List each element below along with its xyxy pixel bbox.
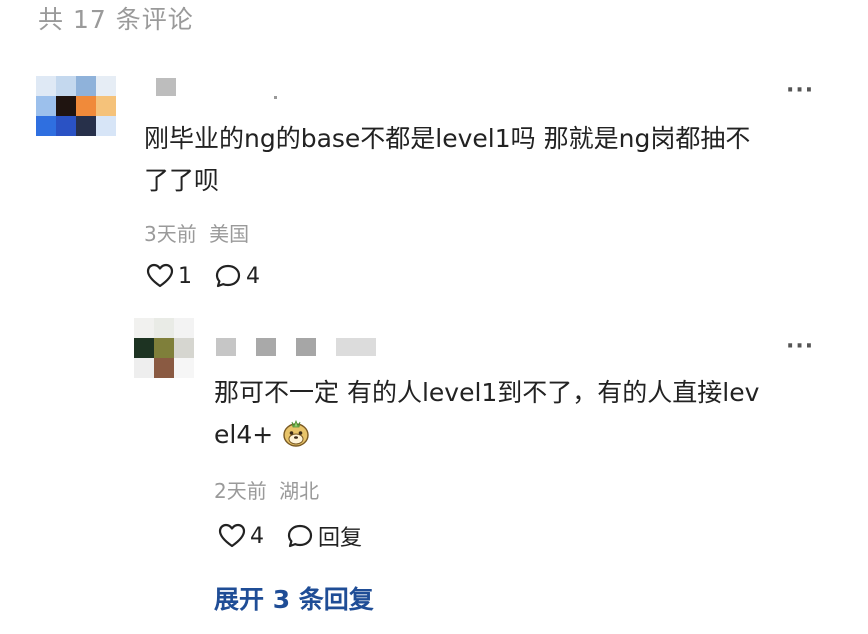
comment-bubble-icon — [215, 264, 241, 288]
username-redacted[interactable] — [156, 78, 176, 96]
more-options-icon[interactable]: ··· — [786, 78, 814, 103]
comment-text-line: el4+ — [214, 420, 274, 449]
comment-text-line: 刚毕业的ng的base不都是level1吗 那就是ng岗都抽不 — [144, 124, 751, 153]
comment-text-line: 那可不一定 有的人level1到不了，有的人直接lev — [214, 378, 760, 407]
expand-replies-button[interactable]: 展开 3 条回复 — [214, 580, 374, 616]
username-redacted — [296, 338, 316, 356]
doge-emoji-icon — [283, 419, 309, 447]
comment-text-line-wrap: el4+ — [214, 414, 759, 456]
heart-icon — [146, 263, 174, 288]
heart-icon — [218, 523, 246, 548]
like-button[interactable]: 4 — [218, 523, 264, 549]
avatar[interactable] — [36, 76, 118, 146]
avatar[interactable] — [134, 318, 194, 378]
username-redacted[interactable] — [216, 338, 236, 356]
like-count: 4 — [250, 523, 264, 549]
reply-count: 4 — [246, 263, 260, 289]
username-redacted-mark — [274, 96, 277, 99]
comment-actions: 4 回复 — [218, 520, 384, 552]
comment-bubble-icon — [287, 524, 313, 548]
username-redacted — [336, 338, 376, 356]
comment-meta: 2天前 湖北 — [214, 475, 319, 504]
comment-text: 那可不一定 有的人level1到不了，有的人直接lev el4+ — [214, 372, 759, 456]
like-count: 1 — [178, 263, 192, 289]
comment-time: 3天前 — [144, 222, 197, 246]
comment-meta: 3天前 美国 — [144, 218, 249, 247]
comment-count-header: 共 17 条评论 — [38, 5, 194, 34]
comment-text: 刚毕业的ng的base不都是level1吗 那就是ng岗都抽不 了了呗 — [144, 118, 750, 202]
like-button[interactable]: 1 — [146, 263, 192, 289]
comment-actions: 1 4 — [146, 263, 282, 289]
reply-count-button[interactable]: 4 — [214, 263, 260, 289]
username-redacted — [256, 338, 276, 356]
comment-text-line: 了了呗 — [144, 166, 220, 195]
more-options-icon[interactable]: ··· — [786, 334, 814, 359]
comment-location: 美国 — [209, 222, 250, 246]
reply-label: 回复 — [318, 526, 363, 551]
reply-button[interactable]: 回复 — [286, 520, 362, 552]
comment-time: 2天前 — [214, 479, 267, 503]
comment-location: 湖北 — [279, 479, 320, 503]
